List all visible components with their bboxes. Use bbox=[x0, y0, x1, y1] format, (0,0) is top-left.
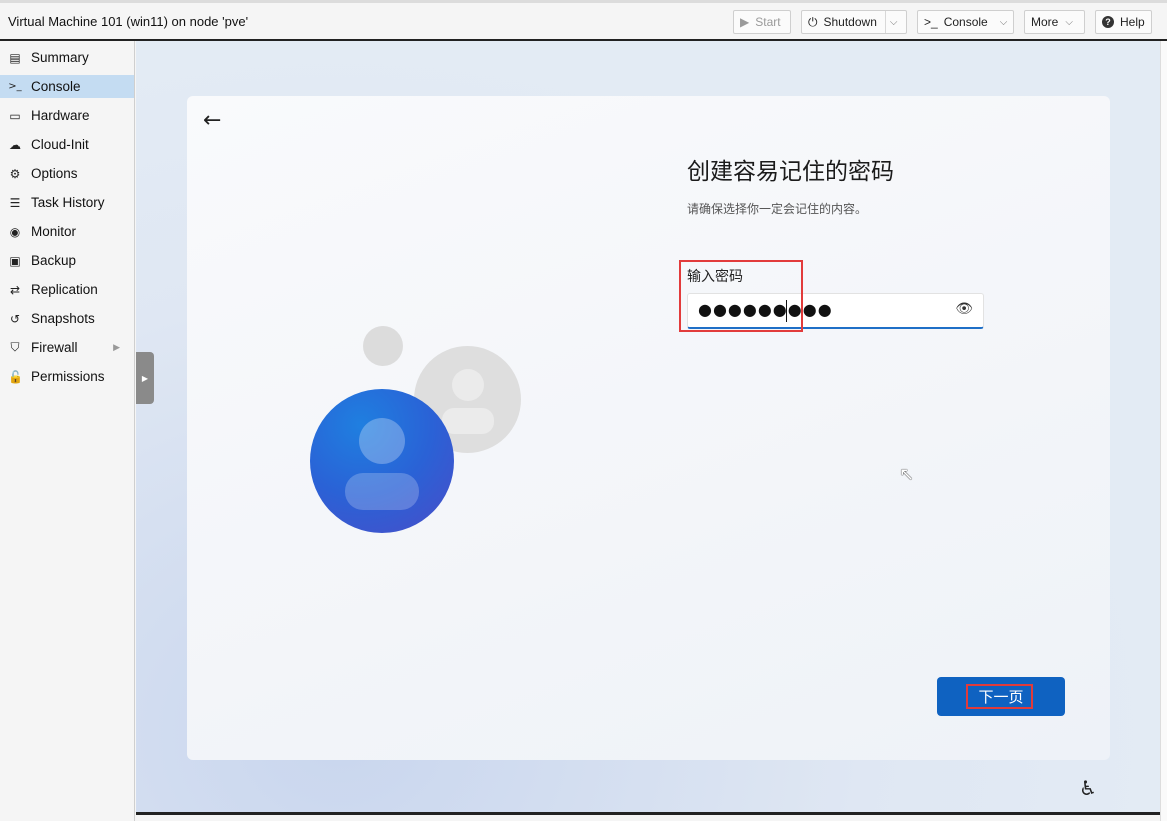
vm-console[interactable]: ← 创建容易记住的密码 请确保选择你一定会记住的内容。 输入密码 ●●●●●●●… bbox=[136, 41, 1160, 812]
help-button-label: Help bbox=[1120, 15, 1145, 29]
start-button-label: Start bbox=[755, 15, 781, 29]
chevron-down-icon[interactable]: ⌵ bbox=[1000, 17, 1008, 28]
sidebar-item-label: Options bbox=[31, 166, 78, 181]
help-icon: ? bbox=[1102, 16, 1114, 28]
sidebar-item-cloud-init[interactable]: ☁ Cloud-Init bbox=[0, 133, 134, 156]
sidebar: ▤ Summary >_ Console ▭ Hardware ☁ Cloud-… bbox=[0, 41, 135, 821]
chevron-down-icon: ⌵ bbox=[1065, 16, 1073, 28]
sidebar-item-label: Summary bbox=[31, 50, 89, 65]
collapse-handle[interactable]: ▶ bbox=[136, 352, 154, 404]
scrollbar[interactable] bbox=[1160, 41, 1167, 821]
back-arrow-icon[interactable]: ← bbox=[203, 108, 221, 133]
accessibility-icon[interactable]: ♿ bbox=[1079, 776, 1097, 800]
chevron-right-icon: ▶ bbox=[141, 373, 149, 383]
book-icon: ▤ bbox=[9, 50, 21, 65]
list-icon: ☰ bbox=[9, 195, 21, 210]
sidebar-item-options[interactable]: ⚙ Options bbox=[0, 162, 134, 185]
shutdown-button-label: Shutdown bbox=[823, 15, 877, 29]
power-icon: ⏻ bbox=[808, 14, 818, 29]
sidebar-item-label: Permissions bbox=[31, 369, 105, 384]
more-button[interactable]: More ⌵ bbox=[1024, 10, 1085, 34]
sidebar-item-monitor[interactable]: ◉ Monitor bbox=[0, 220, 134, 243]
highlight-box bbox=[966, 684, 1033, 709]
help-button[interactable]: ? Help bbox=[1095, 10, 1152, 34]
sidebar-item-label: Task History bbox=[31, 195, 105, 210]
cloud-icon: ☁ bbox=[9, 137, 21, 152]
sidebar-item-label: Cloud-Init bbox=[31, 137, 89, 152]
more-button-label: More bbox=[1031, 15, 1059, 29]
eye-icon: ◉ bbox=[9, 224, 21, 239]
sidebar-item-label: Replication bbox=[31, 282, 98, 297]
play-icon: ▶ bbox=[740, 15, 750, 29]
start-button[interactable]: ▶ Start bbox=[733, 10, 791, 34]
page-title: 创建容易记住的密码 bbox=[687, 159, 894, 185]
sidebar-item-label: Console bbox=[31, 79, 81, 94]
floppy-icon: ▣ bbox=[9, 253, 21, 268]
top-toolbar: Virtual Machine 101 (win11) on node 'pve… bbox=[0, 0, 1167, 41]
sidebar-item-hardware[interactable]: ▭ Hardware bbox=[0, 104, 134, 127]
sidebar-item-permissions[interactable]: 🔓 Permissions bbox=[0, 365, 134, 388]
user-avatar-icon bbox=[310, 389, 454, 533]
retweet-icon: ⇄ bbox=[9, 282, 21, 297]
avatar-small-icon bbox=[363, 326, 403, 366]
sidebar-item-label: Backup bbox=[31, 253, 77, 268]
gear-icon: ⚙ bbox=[9, 166, 21, 181]
sidebar-item-snapshots[interactable]: ↺ Snapshots bbox=[0, 307, 134, 330]
shield-icon: ⛉ bbox=[10, 340, 20, 354]
sidebar-item-replication[interactable]: ⇄ Replication bbox=[0, 278, 134, 301]
chevron-down-icon[interactable]: ⌵ bbox=[890, 17, 898, 28]
chevron-right-icon[interactable]: ▶ bbox=[113, 342, 120, 353]
terminal-icon: >_ bbox=[924, 15, 938, 29]
setup-card: ← 创建容易记住的密码 请确保选择你一定会记住的内容。 输入密码 ●●●●●●●… bbox=[187, 96, 1110, 760]
sidebar-item-label: Hardware bbox=[31, 108, 90, 123]
history-icon: ↺ bbox=[9, 311, 21, 326]
sidebar-item-label: Snapshots bbox=[31, 311, 95, 326]
sidebar-item-firewall[interactable]: ⛉ Firewall ▶ bbox=[0, 336, 134, 359]
unlock-icon: 🔓 bbox=[8, 369, 23, 384]
sidebar-item-console[interactable]: >_ Console bbox=[0, 75, 134, 98]
monitor-icon: ▭ bbox=[9, 108, 21, 123]
highlight-box bbox=[679, 260, 803, 332]
shutdown-button[interactable]: ⏻ Shutdown ⌵ bbox=[801, 10, 907, 34]
sidebar-item-backup[interactable]: ▣ Backup bbox=[0, 249, 134, 272]
sidebar-item-task-history[interactable]: ☰ Task History bbox=[0, 191, 134, 214]
console-button[interactable]: >_ Console ⌵ bbox=[917, 10, 1014, 34]
window-title: Virtual Machine 101 (win11) on node 'pve… bbox=[8, 14, 249, 29]
page-subtitle: 请确保选择你一定会记住的内容。 bbox=[687, 202, 868, 216]
sidebar-item-summary[interactable]: ▤ Summary bbox=[0, 46, 134, 69]
show-password-icon[interactable]: 👁 bbox=[955, 301, 973, 317]
terminal-icon: >_ bbox=[8, 81, 22, 92]
sidebar-item-label: Monitor bbox=[31, 224, 77, 239]
console-button-label: Console bbox=[943, 15, 988, 29]
mouse-cursor-icon: ↖ bbox=[899, 464, 915, 485]
sidebar-item-label: Firewall bbox=[31, 340, 78, 355]
